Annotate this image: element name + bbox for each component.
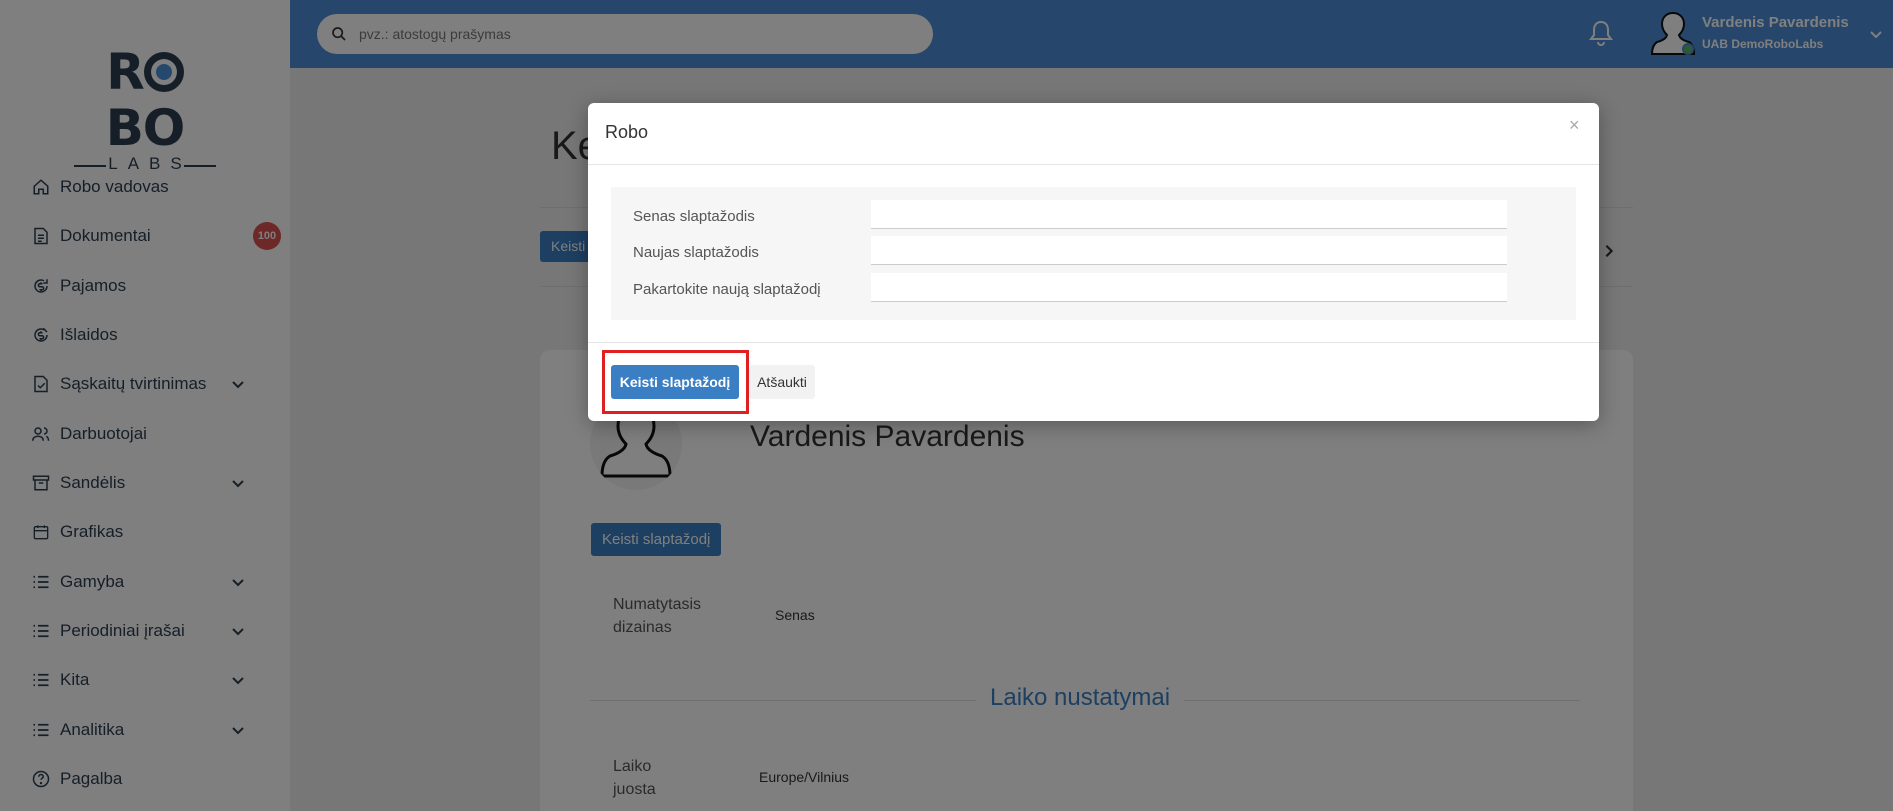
old-password-field[interactable] (871, 200, 1507, 229)
new-password-label: Naujas slaptažodis (633, 244, 759, 261)
close-icon[interactable]: × (1569, 115, 1580, 136)
modal-title: Robo (605, 122, 649, 142)
submit-change-password-button[interactable]: Keisti slaptažodį (611, 365, 739, 399)
divider (588, 164, 1599, 165)
repeat-password-label: Pakartokite naują slaptažodį (633, 281, 821, 298)
change-password-modal: Robo × Senas slaptažodis Naujas slaptažo… (588, 103, 1599, 421)
divider (588, 342, 1599, 343)
cancel-button[interactable]: Atšaukti (749, 365, 815, 399)
repeat-password-field[interactable] (871, 273, 1507, 302)
new-password-field[interactable] (871, 236, 1507, 265)
old-password-label: Senas slaptažodis (633, 208, 755, 225)
password-form: Senas slaptažodis Naujas slaptažodis Pak… (611, 187, 1576, 320)
